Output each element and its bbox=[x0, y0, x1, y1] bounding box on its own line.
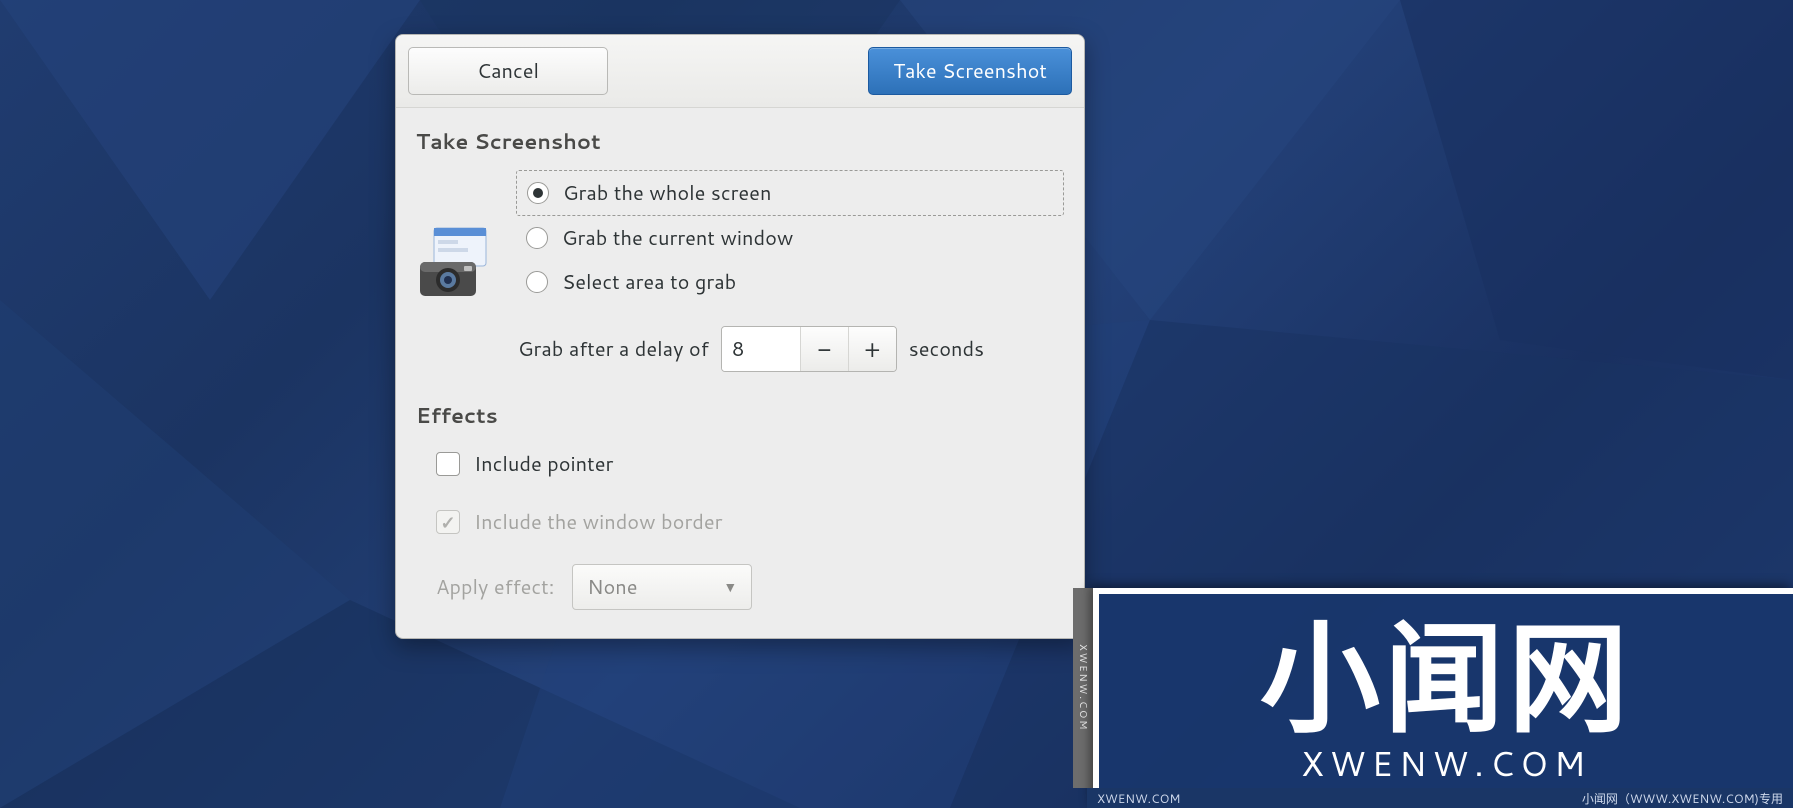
section-title-effects: Effects bbox=[416, 400, 1064, 430]
take-screenshot-button[interactable]: Take Screenshot bbox=[868, 47, 1072, 95]
watermark-footer: XWENW.COM 小闻网（WWW.XWENW.COM)专用 bbox=[1087, 788, 1793, 808]
delay-input[interactable] bbox=[722, 327, 800, 371]
effects-section: Effects Include pointer Include the wind… bbox=[416, 400, 1064, 610]
checkbox-label: Include pointer bbox=[474, 450, 613, 478]
watermark-subtitle: XWENW.COM bbox=[1301, 739, 1591, 787]
radio-label: Select area to grab bbox=[562, 268, 736, 296]
combobox-value: None bbox=[587, 573, 637, 601]
radio-whole-screen[interactable]: Grab the whole screen bbox=[516, 170, 1064, 216]
delay-increment-button[interactable]: + bbox=[848, 327, 896, 371]
cancel-button[interactable]: Cancel bbox=[408, 47, 608, 95]
radio-icon bbox=[527, 182, 549, 204]
checkbox-icon bbox=[436, 510, 460, 534]
delay-decrement-button[interactable]: − bbox=[800, 327, 848, 371]
delay-row: Grab after a delay of − + seconds bbox=[518, 326, 1064, 372]
watermark-title: 小闻网 bbox=[1260, 615, 1632, 735]
chevron-down-icon: ▼ bbox=[723, 577, 737, 597]
checkbox-icon bbox=[436, 452, 460, 476]
delay-prefix-label: Grab after a delay of bbox=[518, 335, 709, 363]
watermark-footer-right: 小闻网（WWW.XWENW.COM)专用 bbox=[1582, 790, 1783, 807]
screenshot-dialog: Cancel Take Screenshot Take Screenshot bbox=[395, 34, 1085, 639]
watermark-side-label: XWENW.COM bbox=[1073, 588, 1093, 788]
radio-current-window[interactable]: Grab the current window bbox=[516, 216, 1064, 260]
radio-label: Grab the current window bbox=[562, 224, 793, 252]
delay-spinbutton: − + bbox=[721, 326, 897, 372]
delay-suffix-label: seconds bbox=[909, 335, 984, 363]
watermark-footer-left: XWENW.COM bbox=[1097, 790, 1180, 807]
radio-icon bbox=[526, 227, 548, 249]
radio-select-area[interactable]: Select area to grab bbox=[516, 260, 1064, 304]
include-border-checkbox: Include the window border bbox=[416, 502, 1064, 542]
radio-icon bbox=[526, 271, 548, 293]
apply-effect-combobox: None ▼ bbox=[572, 564, 752, 610]
take-screenshot-section: Take Screenshot bbox=[416, 126, 1064, 372]
section-title-screenshot: Take Screenshot bbox=[416, 126, 1064, 156]
apply-effect-label: Apply effect: bbox=[436, 573, 554, 601]
apply-effect-row: Apply effect: None ▼ bbox=[416, 564, 1064, 610]
include-pointer-checkbox[interactable]: Include pointer bbox=[416, 444, 1064, 484]
checkbox-label: Include the window border bbox=[474, 508, 722, 536]
watermark-box: 小闻网 XWENW.COM bbox=[1093, 588, 1793, 808]
header-bar: Cancel Take Screenshot bbox=[396, 35, 1084, 108]
radio-label: Grab the whole screen bbox=[563, 179, 771, 207]
camera-icon bbox=[416, 222, 496, 308]
